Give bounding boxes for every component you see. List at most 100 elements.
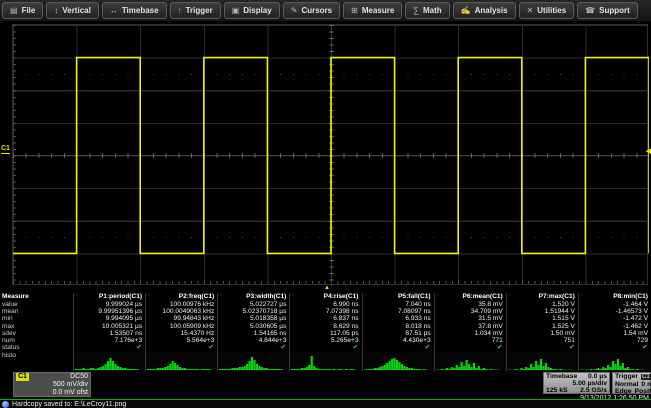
measure-status-p4: ✔ (290, 344, 362, 352)
measure-status-p8: ✔ (579, 344, 651, 352)
histogram-sparkline (364, 354, 428, 370)
trigger-level-marker[interactable]: ◀ (646, 148, 651, 155)
measure-histogram-p4 (290, 352, 362, 371)
menu-trigger[interactable]: ↑Trigger (170, 2, 221, 19)
histogram-sparkline (147, 354, 211, 370)
measure-status-p1: ✔ (74, 344, 146, 352)
measure-max-p1: 10.005321 µs (74, 323, 146, 330)
menu-label: Display (243, 6, 271, 15)
trigger-source-badge: C1 (641, 374, 651, 380)
math-icon: ∑ (413, 6, 419, 15)
measure-min-p3: 5.018358 µs (218, 315, 290, 322)
histogram-sparkline (219, 354, 283, 370)
measure-mean-p2: 100.0049063 kHz (146, 308, 218, 315)
c1-trace (13, 25, 649, 286)
menu-analysis[interactable]: ✍Analysis (453, 2, 516, 19)
measure-min-p2: 99.94843 kHz (146, 315, 218, 322)
measure-histogram-p2 (146, 352, 218, 371)
menu-vertical[interactable]: ↕Vertical (46, 2, 98, 19)
menu-support[interactable]: ☎Support (577, 2, 638, 19)
menu-label: Support (599, 6, 630, 15)
menu-display[interactable]: ▣Display (224, 2, 280, 19)
histogram-sparkline (75, 354, 139, 370)
measure-num-p1: 7.176e+3 (74, 337, 146, 344)
menu-label: Measure (362, 6, 394, 15)
measure-histogram-p8 (579, 352, 651, 371)
descriptor-strip: C1 DC50 500 mV/div 0.0 mV ofst Timebase 0… (0, 371, 651, 399)
c1-badge: C1 (16, 373, 29, 381)
menu-measure[interactable]: ⊞ Measure (343, 2, 402, 19)
menu-file[interactable]: ▤File (2, 2, 43, 19)
measure-max-p5: 8.018 ns (363, 323, 435, 330)
measure-sdev-p5: 87.51 ps (363, 330, 435, 337)
menu-bar: ▤File ↕Vertical ↔Timebase ↑Trigger ▣Disp… (0, 0, 651, 22)
measure-max-p6: 37.8 mV (435, 323, 507, 330)
measure-row-label-num: num (0, 337, 74, 344)
measure-icon: ⊞ (351, 6, 358, 15)
measure-histogram-p7 (507, 352, 579, 371)
trigger-level: 0 mV (641, 381, 651, 388)
measure-col-header-p8[interactable]: P8:min(C1) (579, 293, 651, 301)
trigger-type: Edge (615, 388, 632, 395)
channel-c1-descriptor[interactable]: C1 DC50 500 mV/div 0.0 mV ofst (13, 372, 91, 397)
c1-zero-level-marker[interactable]: C1 (1, 145, 10, 154)
measure-col-header-p2[interactable]: P2:freq(C1) (146, 293, 218, 301)
measure-col-header-p3[interactable]: P3:width(C1) (218, 293, 290, 301)
measure-row-label-histo: histo (0, 352, 74, 371)
measure-col-header-p4[interactable]: P4:rise(C1) (290, 293, 362, 301)
measure-histogram-p3 (218, 352, 290, 371)
measure-max-p7: 1.525 V (507, 323, 579, 330)
measure-histogram-p5 (363, 352, 435, 371)
graticule[interactable] (12, 24, 648, 285)
measure-col-header-p6[interactable]: P6:mean(C1) (435, 293, 507, 301)
measure-status-p2: ✔ (146, 344, 218, 352)
display-icon: ▣ (232, 6, 240, 15)
measure-value-p2: 100.00976 kHz (146, 301, 218, 308)
measure-mean-p3: 5.02370718 µs (218, 308, 290, 315)
histogram-sparkline (291, 354, 355, 370)
measure-mean-p8: -1.46573 V (579, 308, 651, 315)
measure-row-label-mean: mean (0, 308, 74, 315)
measure-col-header-p1[interactable]: P1:period(C1) (74, 293, 146, 301)
status-bar: Hardcopy saved to: E:\LeCroy11.png (0, 399, 651, 408)
timebase-rate: 2.5 GS/s (580, 387, 607, 394)
measure-row-label-value: value (0, 301, 74, 308)
measure-histogram-p6 (435, 352, 507, 371)
measure-num-p8: 729 (579, 337, 651, 344)
menu-label: Timebase (122, 6, 159, 15)
measure-mean-p5: 7.08097 ns (363, 308, 435, 315)
measure-min-p7: 1.515 V (507, 315, 579, 322)
timebase-offset: 0.0 µs (588, 373, 607, 380)
measure-num-p3: 4.844e+3 (218, 337, 290, 344)
measure-col-header-p5[interactable]: P5:fall(C1) (363, 293, 435, 301)
measure-value-p7: 1.520 V (507, 301, 579, 308)
oscilloscope-app: ▤File ↕Vertical ↔Timebase ↑Trigger ▣Disp… (0, 0, 651, 408)
timebase-title: Timebase (546, 373, 577, 380)
cursors-icon: ✎ (291, 6, 298, 15)
measure-status-p7: ✔ (507, 344, 579, 352)
histogram-sparkline (580, 354, 644, 370)
measure-sdev-p7: 1.50 mV (507, 330, 579, 337)
menu-math[interactable]: ∑Math (405, 2, 449, 19)
measure-num-p4: 5.265e+3 (290, 337, 362, 344)
measure-col-header-p7[interactable]: P7:max(C1) (507, 293, 579, 301)
measure-sdev-p6: 1.034 mV (435, 330, 507, 337)
measure-corner-label: Measure (0, 293, 74, 301)
menu-utilities[interactable]: ✕Utilities (519, 2, 575, 19)
info-icon (2, 401, 9, 408)
measure-mean-p4: 7.07398 ns (290, 308, 362, 315)
analysis-icon: ✍ (461, 6, 471, 15)
measure-row-label-max: max (0, 323, 74, 330)
c1-coupling: DC50 (70, 373, 88, 381)
trigger-descriptor[interactable]: TriggerC1 DC Normal0 mV EdgePositive (612, 372, 651, 394)
measure-min-p4: 6.837 ns (290, 315, 362, 322)
menu-timebase[interactable]: ↔Timebase (102, 2, 167, 19)
c1-scale: 500 mV/div (16, 381, 88, 389)
menu-label: Cursors (301, 6, 332, 15)
timebase-scale: 5.00 µs/div (572, 380, 607, 387)
measure-value-p1: 9.999024 µs (74, 301, 146, 308)
trigger-position-marker[interactable]: ▲ (324, 285, 330, 291)
timebase-samples: 125 kS (546, 387, 568, 394)
timebase-descriptor[interactable]: Timebase 0.0 µs 5.00 µs/div 125 kS 2.5 GS/… (543, 372, 610, 394)
menu-cursors[interactable]: ✎Cursors (283, 2, 340, 19)
